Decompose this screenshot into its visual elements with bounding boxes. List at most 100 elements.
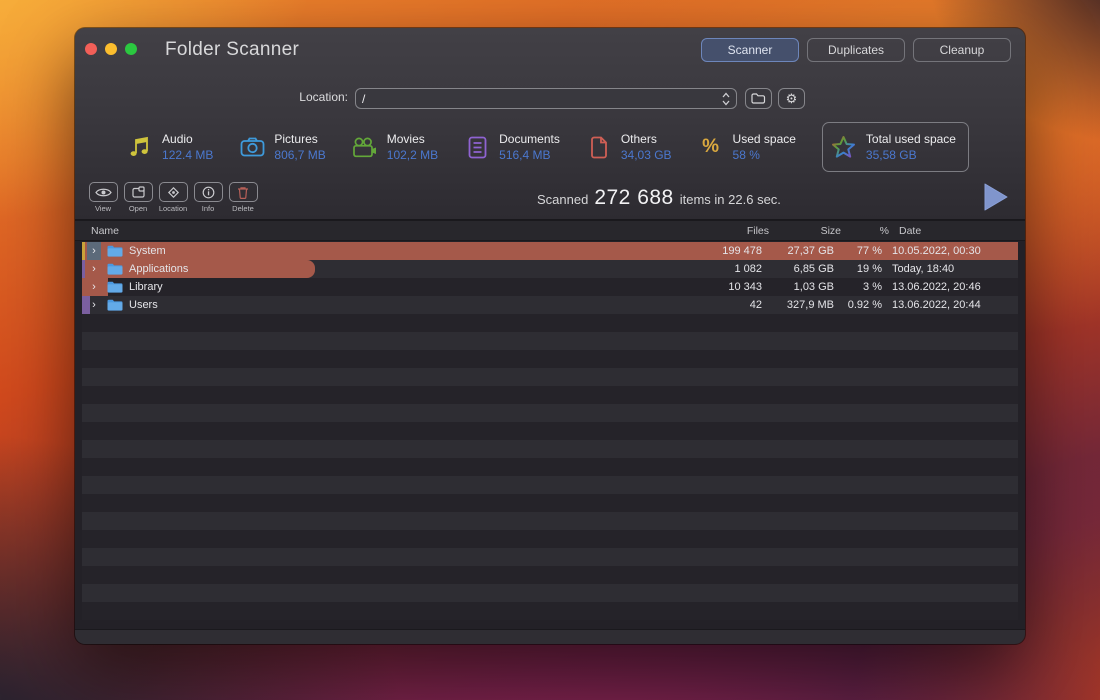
folder-icon	[107, 263, 123, 275]
location-button[interactable]	[159, 182, 188, 202]
row-name: Users	[129, 299, 158, 311]
stat-label: Movies	[387, 132, 438, 146]
mode-tabs: Scanner Duplicates Cleanup	[701, 38, 1011, 62]
start-scan-button[interactable]	[981, 182, 1011, 212]
scan-count: 272 688	[594, 186, 673, 210]
disclosure-chevron-icon[interactable]: ›	[87, 296, 101, 314]
table-header: Name Files Size % Date	[75, 220, 1025, 241]
empty-row	[82, 548, 1018, 566]
stat-value: 58 %	[733, 148, 796, 162]
row-size: 1,03 GB	[762, 281, 834, 293]
row-color-tag	[82, 242, 85, 260]
row-date: 13.06.2022, 20:46	[882, 281, 1018, 293]
empty-row	[82, 458, 1018, 476]
empty-row	[82, 494, 1018, 512]
stat-value: 122.4 MB	[162, 148, 213, 162]
stat-label: Total used space	[866, 132, 956, 146]
empty-row	[82, 422, 1018, 440]
column-header-files[interactable]: Files	[681, 225, 769, 237]
empty-row	[82, 314, 1018, 332]
row-percent: 77 %	[834, 245, 882, 257]
row-percent: 19 %	[834, 263, 882, 275]
disclosure-chevron-icon[interactable]: ›	[87, 278, 101, 296]
tab-cleanup[interactable]: Cleanup	[913, 38, 1011, 62]
empty-row	[82, 368, 1018, 386]
delete-button[interactable]	[229, 182, 258, 202]
table-row-library[interactable]: › Library 10 343 1,03 GB 3 % 13.06.2022,…	[82, 278, 1018, 296]
title-bar: Folder Scanner Scanner Duplicates Cleanu…	[75, 28, 1025, 72]
row-percent: 3 %	[834, 281, 882, 293]
camera-icon	[239, 137, 265, 157]
target-icon	[167, 186, 180, 199]
stat-total-used-space: Total used space 35,58 GB	[822, 122, 969, 172]
document-lines-icon	[464, 136, 490, 159]
delete-button-label: Delete	[232, 204, 254, 213]
scan-status-prefix: Scanned	[537, 192, 588, 207]
empty-row	[82, 332, 1018, 350]
open-button[interactable]	[124, 182, 153, 202]
row-size: 6,85 GB	[762, 263, 834, 275]
stat-pictures: Pictures 806,7 MB	[239, 122, 325, 172]
stat-audio: Audio 122.4 MB	[127, 122, 213, 172]
tab-scanner[interactable]: Scanner	[701, 38, 799, 62]
tab-duplicates[interactable]: Duplicates	[807, 38, 905, 62]
document-blank-icon	[586, 136, 612, 159]
app-window: Folder Scanner Scanner Duplicates Cleanu…	[75, 28, 1025, 644]
column-header-name[interactable]: Name	[75, 225, 681, 237]
row-color-tag	[82, 260, 85, 278]
open-button-label: Open	[129, 204, 147, 213]
disclosure-chevron-icon[interactable]: ›	[87, 260, 101, 278]
table-row-users[interactable]: › Users 42 327,9 MB 0.92 % 13.06.2022, 2…	[82, 296, 1018, 314]
empty-row	[82, 602, 1018, 620]
empty-row	[82, 476, 1018, 494]
empty-row	[82, 404, 1018, 422]
location-combobox[interactable]: /	[355, 88, 737, 109]
row-date: 10.05.2022, 00:30	[882, 245, 1018, 257]
row-size: 327,9 MB	[762, 299, 834, 311]
folder-icon	[107, 245, 123, 257]
row-size: 27,37 GB	[762, 245, 834, 257]
column-header-size[interactable]: Size	[769, 225, 841, 237]
stat-value: 34,03 GB	[621, 148, 672, 162]
percent-icon: %	[698, 136, 724, 158]
play-icon	[983, 182, 1009, 212]
stat-documents: Documents 516,4 MB	[464, 122, 560, 172]
traffic-lights	[85, 43, 137, 55]
row-percent: 0.92 %	[834, 299, 882, 311]
info-button[interactable]	[194, 182, 223, 202]
table-row-system[interactable]: › System 199 478 27,37 GB 77 % 10.05.202…	[82, 242, 1018, 260]
info-button-label: Info	[202, 204, 215, 213]
row-name: Library	[129, 281, 163, 293]
stat-others: Others 34,03 GB	[586, 122, 672, 172]
window-footer	[75, 629, 1025, 644]
close-button[interactable]	[85, 43, 97, 55]
folder-icon	[107, 299, 123, 311]
chevron-up-down-icon[interactable]	[722, 92, 730, 106]
folder-icon	[751, 93, 766, 104]
stats-row: Audio 122.4 MB Pictures 806,7 MB Movies …	[75, 122, 1025, 172]
row-date: 13.06.2022, 20:44	[882, 299, 1018, 311]
view-button[interactable]	[89, 182, 118, 202]
table-body: › System 199 478 27,37 GB 77 % 10.05.202…	[82, 242, 1018, 620]
choose-folder-button[interactable]	[745, 88, 772, 109]
folder-icon	[107, 281, 123, 293]
location-label: Location:	[299, 90, 348, 104]
row-files: 42	[674, 299, 762, 311]
stat-value: 102,2 MB	[387, 148, 438, 162]
column-header-percent[interactable]: %	[841, 225, 889, 237]
empty-row	[82, 584, 1018, 602]
column-header-date[interactable]: Date	[889, 225, 1025, 237]
toolbar-buttons: View Open Location	[88, 182, 258, 213]
empty-row	[82, 512, 1018, 530]
minimize-button[interactable]	[105, 43, 117, 55]
empty-row	[82, 386, 1018, 404]
disclosure-chevron-icon[interactable]: ›	[87, 242, 101, 260]
settings-button[interactable]: ⚙	[778, 88, 805, 109]
table-row-applications[interactable]: › Applications 1 082 6,85 GB 19 % Today,…	[82, 260, 1018, 278]
zoom-button[interactable]	[125, 43, 137, 55]
eye-icon	[95, 187, 112, 198]
open-window-icon	[132, 186, 145, 198]
row-files: 1 082	[674, 263, 762, 275]
stat-movies: Movies 102,2 MB	[352, 122, 438, 172]
stat-label: Used space	[733, 132, 796, 146]
